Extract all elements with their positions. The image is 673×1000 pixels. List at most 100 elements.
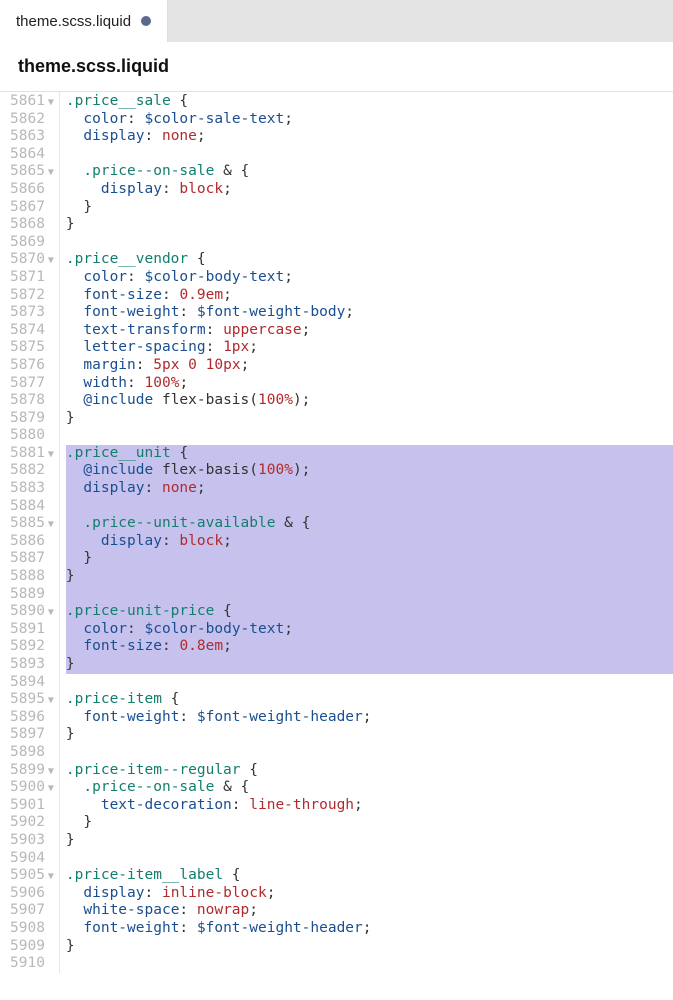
code-line[interactable]: color: $color-sale-text; xyxy=(66,111,673,129)
file-header: theme.scss.liquid xyxy=(0,42,673,92)
line-number: 5890▼ xyxy=(10,603,56,621)
tab-bar: theme.scss.liquid xyxy=(0,0,673,42)
code-line[interactable]: font-weight: $font-weight-header; xyxy=(66,920,673,938)
code-line[interactable]: display: none; xyxy=(66,480,673,498)
code-line[interactable] xyxy=(66,146,673,164)
code-line[interactable] xyxy=(66,427,673,445)
fold-marker-icon[interactable]: ▼ xyxy=(46,252,56,270)
code-line[interactable]: } xyxy=(66,410,673,428)
line-number: 5898 xyxy=(10,744,56,762)
fold-marker-icon[interactable]: ▼ xyxy=(46,516,56,534)
code-line[interactable]: font-size: 0.8em; xyxy=(66,638,673,656)
line-number: 5869 xyxy=(10,234,56,252)
fold-marker-icon[interactable]: ▼ xyxy=(46,780,56,798)
line-number: 5881▼ xyxy=(10,445,56,463)
code-line[interactable]: } xyxy=(66,199,673,217)
line-number: 5862 xyxy=(10,111,56,129)
line-number: 5899▼ xyxy=(10,762,56,780)
line-number: 5893 xyxy=(10,656,56,674)
fold-marker-icon[interactable]: ▼ xyxy=(46,94,56,112)
code-line[interactable] xyxy=(66,674,673,692)
code-line[interactable]: display: block; xyxy=(66,181,673,199)
line-number: 5879 xyxy=(10,410,56,428)
code-line[interactable]: } xyxy=(66,726,673,744)
fold-marker-icon[interactable]: ▼ xyxy=(46,868,56,886)
code-line[interactable]: .price__sale { xyxy=(66,93,673,111)
code-line[interactable]: .price--on-sale & { xyxy=(66,163,673,181)
code-line[interactable]: display: inline-block; xyxy=(66,885,673,903)
tab-active[interactable]: theme.scss.liquid xyxy=(0,0,168,42)
code-line[interactable]: .price-item { xyxy=(66,691,673,709)
line-number: 5883 xyxy=(10,480,56,498)
line-number: 5876 xyxy=(10,357,56,375)
code-line[interactable]: .price--unit-available & { xyxy=(66,515,673,533)
line-number: 5894 xyxy=(10,674,56,692)
code-line[interactable]: @include flex-basis(100%); xyxy=(66,462,673,480)
code-line[interactable]: .price-item--regular { xyxy=(66,762,673,780)
code-line[interactable] xyxy=(66,955,673,973)
code-line[interactable] xyxy=(66,744,673,762)
line-number: 5910 xyxy=(10,955,56,973)
code-line[interactable]: text-transform: uppercase; xyxy=(66,322,673,340)
line-number: 5880 xyxy=(10,427,56,445)
code-line[interactable]: } xyxy=(66,568,673,586)
code-line[interactable] xyxy=(66,234,673,252)
line-number: 5892 xyxy=(10,638,56,656)
code-line[interactable]: .price-unit-price { xyxy=(66,603,673,621)
line-number: 5870▼ xyxy=(10,251,56,269)
code-line[interactable]: } xyxy=(66,656,673,674)
code-line[interactable]: letter-spacing: 1px; xyxy=(66,339,673,357)
code-line[interactable]: } xyxy=(66,832,673,850)
code-line[interactable]: } xyxy=(66,550,673,568)
code-line[interactable]: .price__vendor { xyxy=(66,251,673,269)
code-line[interactable]: font-weight: $font-weight-header; xyxy=(66,709,673,727)
code-line[interactable]: color: $color-body-text; xyxy=(66,621,673,639)
fold-marker-icon[interactable]: ▼ xyxy=(46,692,56,710)
code-line[interactable]: white-space: nowrap; xyxy=(66,902,673,920)
line-number: 5874 xyxy=(10,322,56,340)
line-number: 5905▼ xyxy=(10,867,56,885)
line-number: 5897 xyxy=(10,726,56,744)
code-line[interactable]: .price-item__label { xyxy=(66,867,673,885)
code-line[interactable]: color: $color-body-text; xyxy=(66,269,673,287)
line-number: 5901 xyxy=(10,797,56,815)
code-editor[interactable]: 5861▼5862586358645865▼586658675868586958… xyxy=(0,92,673,973)
line-number: 5871 xyxy=(10,269,56,287)
line-number: 5887 xyxy=(10,550,56,568)
fold-marker-icon[interactable]: ▼ xyxy=(46,164,56,182)
code-line[interactable]: .price__unit { xyxy=(66,445,673,463)
line-number: 5888 xyxy=(10,568,56,586)
line-number: 5908 xyxy=(10,920,56,938)
code-line[interactable] xyxy=(66,850,673,868)
line-number: 5878 xyxy=(10,392,56,410)
code-line[interactable]: display: block; xyxy=(66,533,673,551)
code-line[interactable]: } xyxy=(66,216,673,234)
code-area[interactable]: .price__sale { color: $color-sale-text; … xyxy=(60,92,673,973)
code-line[interactable] xyxy=(66,586,673,604)
code-line[interactable]: text-decoration: line-through; xyxy=(66,797,673,815)
fold-marker-icon[interactable]: ▼ xyxy=(46,604,56,622)
code-line[interactable]: width: 100%; xyxy=(66,375,673,393)
line-number: 5895▼ xyxy=(10,691,56,709)
file-name: theme.scss.liquid xyxy=(18,56,169,76)
code-line[interactable]: .price--on-sale & { xyxy=(66,779,673,797)
line-number: 5884 xyxy=(10,498,56,516)
code-line[interactable]: font-weight: $font-weight-body; xyxy=(66,304,673,322)
line-number: 5903 xyxy=(10,832,56,850)
code-line[interactable] xyxy=(66,498,673,516)
code-line[interactable]: font-size: 0.9em; xyxy=(66,287,673,305)
line-number: 5885▼ xyxy=(10,515,56,533)
code-line[interactable]: } xyxy=(66,814,673,832)
code-line[interactable]: margin: 5px 0 10px; xyxy=(66,357,673,375)
line-number: 5882 xyxy=(10,462,56,480)
code-line[interactable]: @include flex-basis(100%); xyxy=(66,392,673,410)
line-number: 5863 xyxy=(10,128,56,146)
fold-marker-icon[interactable]: ▼ xyxy=(46,763,56,781)
code-line[interactable]: } xyxy=(66,938,673,956)
line-number: 5906 xyxy=(10,885,56,903)
code-line[interactable]: display: none; xyxy=(66,128,673,146)
line-number: 5902 xyxy=(10,814,56,832)
modified-indicator-icon xyxy=(141,16,151,26)
line-number: 5909 xyxy=(10,938,56,956)
fold-marker-icon[interactable]: ▼ xyxy=(46,446,56,464)
